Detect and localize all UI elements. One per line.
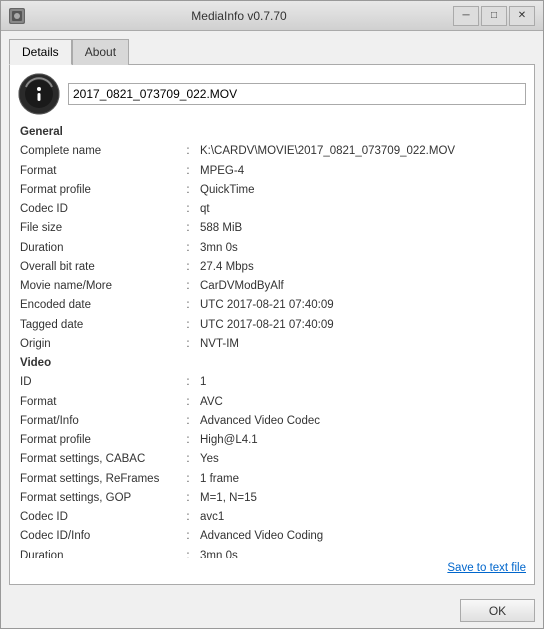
table-row: Format settings, ReFrames :1 frame <box>18 470 526 489</box>
file-row <box>18 73 526 115</box>
table-row: Origin :NVT-IM <box>18 335 526 354</box>
ok-button[interactable]: OK <box>460 599 535 622</box>
close-button[interactable]: ✕ <box>509 6 535 26</box>
table-row: Codec ID :qt <box>18 200 526 219</box>
table-row: Tagged date :UTC 2017-08-21 07:40:09 <box>18 316 526 335</box>
table-row: ID :1 <box>18 373 526 392</box>
table-row: Format profile :High@L4.1 <box>18 431 526 450</box>
info-table: GeneralComplete name :K:\CARDV\MOVIE\201… <box>18 123 526 558</box>
table-row: Format profile :QuickTime <box>18 181 526 200</box>
window-controls: ─ □ ✕ <box>453 6 535 26</box>
section-header: Video <box>18 354 526 373</box>
table-row: Codec ID/Info :Advanced Video Coding <box>18 527 526 546</box>
file-icon <box>18 73 60 115</box>
table-row: Format/Info :Advanced Video Codec <box>18 412 526 431</box>
window-title: MediaInfo v0.7.70 <box>25 9 453 23</box>
table-row: Format settings, GOP :M=1, N=15 <box>18 489 526 508</box>
content-area: Details About <box>1 31 543 593</box>
tab-about[interactable]: About <box>72 39 129 65</box>
table-row: Duration :3mn 0s <box>18 547 526 559</box>
table-row: File size :588 MiB <box>18 219 526 238</box>
info-container[interactable]: GeneralComplete name :K:\CARDV\MOVIE\201… <box>18 123 526 558</box>
title-bar: MediaInfo v0.7.70 ─ □ ✕ <box>1 1 543 31</box>
main-window: MediaInfo v0.7.70 ─ □ ✕ Details About <box>0 0 544 629</box>
details-panel: GeneralComplete name :K:\CARDV\MOVIE\201… <box>9 64 535 585</box>
tab-bar: Details About <box>9 39 535 65</box>
table-row: Codec ID :avc1 <box>18 508 526 527</box>
table-row: Complete name :K:\CARDV\MOVIE\2017_0821_… <box>18 142 526 161</box>
table-row: Format settings, CABAC :Yes <box>18 450 526 469</box>
minimize-button[interactable]: ─ <box>453 6 479 26</box>
table-row: Overall bit rate :27.4 Mbps <box>18 258 526 277</box>
table-row: Encoded date :UTC 2017-08-21 07:40:09 <box>18 296 526 315</box>
table-row: Duration :3mn 0s <box>18 239 526 258</box>
app-icon <box>9 8 25 24</box>
table-row: Format :AVC <box>18 393 526 412</box>
tab-details[interactable]: Details <box>9 39 72 65</box>
filename-input[interactable] <box>68 83 526 105</box>
save-to-text-link[interactable]: Save to text file <box>18 558 526 576</box>
maximize-button[interactable]: □ <box>481 6 507 26</box>
section-header: General <box>18 123 526 142</box>
bottom-bar: OK <box>1 593 543 628</box>
table-row: Format :MPEG-4 <box>18 162 526 181</box>
table-row: Movie name/More :CarDVModByAlf <box>18 277 526 296</box>
